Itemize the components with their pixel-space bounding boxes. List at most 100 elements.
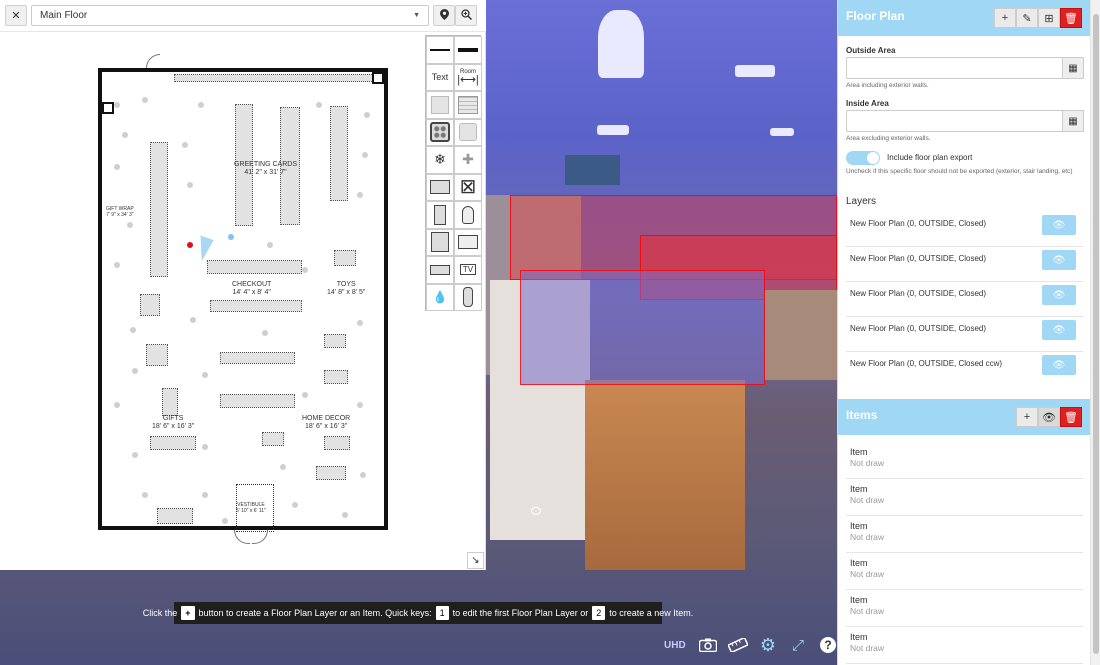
camera-icon[interactable] bbox=[698, 635, 718, 655]
calculate-outside-button[interactable]: ▦ bbox=[1062, 57, 1084, 79]
square-icon bbox=[431, 95, 449, 114]
spinner-rack bbox=[132, 452, 138, 458]
sink-icon bbox=[430, 180, 450, 195]
screen-tool[interactable] bbox=[454, 228, 482, 256]
water-heater-tool[interactable]: 💧 bbox=[426, 283, 454, 311]
toilet-tool[interactable] bbox=[454, 201, 482, 229]
close-button[interactable]: ✕ bbox=[5, 5, 27, 26]
shape-tool[interactable] bbox=[426, 91, 454, 119]
spinner-rack bbox=[114, 102, 120, 108]
room-label-checkout: CHECKOUT 14' 4" x 8' 4" bbox=[232, 281, 271, 297]
toggle-items-visibility-button[interactable]: 👁 bbox=[1038, 407, 1060, 427]
outside-area-field[interactable] bbox=[846, 57, 1063, 79]
eye-icon[interactable]: 👁 bbox=[1042, 250, 1076, 270]
gondola bbox=[330, 106, 348, 201]
shelf-tool[interactable] bbox=[454, 91, 482, 119]
room-name: GIFTS bbox=[162, 415, 184, 422]
counter-icon bbox=[430, 264, 450, 275]
delete-items-button[interactable]: 🗑 bbox=[1060, 407, 1082, 427]
trash-icon: 🗑 bbox=[1064, 12, 1078, 25]
zoom-button[interactable] bbox=[455, 5, 477, 26]
plus-icon: + bbox=[1001, 12, 1009, 24]
monitor-icon bbox=[458, 235, 478, 250]
table-chairs-icon: ✚ bbox=[462, 151, 474, 168]
spinner-rack bbox=[357, 192, 363, 198]
freezer-tool[interactable]: ❄ bbox=[426, 146, 454, 174]
stove-tool[interactable] bbox=[426, 118, 454, 146]
toilet-icon bbox=[462, 205, 474, 224]
item-row[interactable]: Item Not draw bbox=[846, 442, 1083, 479]
help-icon[interactable]: ? bbox=[818, 635, 838, 655]
tv-tool[interactable]: TV bbox=[454, 256, 482, 284]
rug-tool[interactable] bbox=[454, 118, 482, 146]
camera-position-marker[interactable] bbox=[187, 242, 193, 248]
fridge-icon bbox=[434, 204, 446, 225]
include-export-toggle[interactable] bbox=[846, 151, 880, 165]
locate-button[interactable] bbox=[433, 5, 455, 26]
eye-icon[interactable]: 👁 bbox=[1042, 355, 1076, 375]
spinner-rack bbox=[357, 320, 363, 326]
layer-row[interactable]: New Floor Plan (0, OUTSIDE, Closed) 👁 bbox=[846, 317, 1083, 352]
snowflake-icon: ❄ bbox=[434, 151, 446, 168]
layer-row[interactable]: New Floor Plan (0, OUTSIDE, Closed) 👁 bbox=[846, 282, 1083, 317]
viewpoint-marker[interactable] bbox=[228, 234, 234, 240]
add-layer-button[interactable]: + bbox=[994, 8, 1016, 28]
delete-floor-plan-button[interactable]: 🗑 bbox=[1060, 8, 1082, 28]
thick-line-icon bbox=[458, 47, 478, 52]
floor-plan-drawing[interactable]: GREETING CARDS 41' 2" x 31' 7" CHECKOUT … bbox=[98, 68, 388, 532]
thick-wall-tool[interactable] bbox=[454, 36, 482, 64]
fullscreen-icon[interactable]: ⤢ bbox=[788, 635, 808, 655]
floor-plan-toolbar: ✕ Main Floor ▼ bbox=[0, 0, 486, 32]
uhd-toggle[interactable]: UHD bbox=[664, 640, 688, 651]
display-table bbox=[324, 370, 348, 384]
room-name: GREETING CARDS bbox=[234, 161, 298, 168]
store-shelf bbox=[765, 290, 837, 380]
add-item-button[interactable]: + bbox=[1016, 407, 1038, 427]
counter-tool[interactable] bbox=[426, 256, 454, 284]
eye-icon[interactable]: 👁 bbox=[1042, 320, 1076, 340]
gear-icon[interactable]: ⚙ bbox=[758, 635, 778, 655]
layer-row[interactable]: New Floor Plan (0, OUTSIDE, Closed) 👁 bbox=[846, 212, 1083, 247]
item-status: Not draw bbox=[850, 643, 885, 653]
sidebar-scrollbar[interactable] bbox=[1090, 0, 1100, 665]
grid-button[interactable]: ⊞ bbox=[1038, 8, 1060, 28]
scrollbar-thumb[interactable] bbox=[1093, 14, 1099, 654]
layer-name: New Floor Plan (0, OUTSIDE, Closed) bbox=[850, 219, 987, 228]
outside-area-label: Outside Area bbox=[846, 46, 896, 55]
calculate-inside-button[interactable]: ▦ bbox=[1062, 110, 1084, 132]
floor-select[interactable]: Main Floor ▼ bbox=[31, 5, 429, 26]
inside-area-field[interactable] bbox=[846, 110, 1063, 132]
crossed-box-tool[interactable]: ⊠ bbox=[454, 173, 482, 201]
measure-tape-icon[interactable] bbox=[728, 635, 748, 655]
vehicle-tool[interactable] bbox=[454, 283, 482, 311]
eye-icon[interactable]: 👁 bbox=[1042, 215, 1076, 235]
layer-row[interactable]: New Floor Plan (0, OUTSIDE, Closed ccw) 👁 bbox=[846, 352, 1083, 387]
eye-icon[interactable]: 👁 bbox=[1042, 285, 1076, 305]
display-table bbox=[262, 432, 284, 446]
resize-button[interactable]: ↘ bbox=[467, 552, 484, 569]
table-tool[interactable]: ✚ bbox=[454, 146, 482, 174]
room-tool[interactable]: Room |⟷| bbox=[454, 63, 482, 91]
room-name: CHECKOUT bbox=[232, 281, 272, 288]
spinner-rack bbox=[122, 132, 128, 138]
edit-button[interactable]: ✎ bbox=[1016, 8, 1038, 28]
item-name: Item bbox=[850, 632, 868, 642]
fridge-tool[interactable] bbox=[426, 201, 454, 229]
calculator-icon: ▦ bbox=[1068, 115, 1078, 127]
item-row[interactable]: Item Not draw bbox=[846, 590, 1083, 627]
text-tool[interactable]: Text bbox=[426, 63, 454, 91]
store-shelf bbox=[585, 380, 745, 570]
gondola bbox=[210, 300, 302, 312]
thin-wall-tool[interactable] bbox=[426, 36, 454, 64]
room-label-gift-wrap: GIFT WRAP 7' 9" x 34' 3" bbox=[106, 206, 134, 218]
item-row[interactable]: Item Not draw bbox=[846, 553, 1083, 590]
item-row[interactable]: Item Not draw bbox=[846, 627, 1083, 664]
layer-row[interactable]: New Floor Plan (0, OUTSIDE, Closed) 👁 bbox=[846, 247, 1083, 282]
item-row[interactable]: Item Not draw bbox=[846, 479, 1083, 516]
brush-icon: ✎ bbox=[1022, 12, 1032, 25]
sink-tool[interactable] bbox=[426, 173, 454, 201]
cabinet-tool[interactable] bbox=[426, 228, 454, 256]
item-row[interactable]: Item Not draw bbox=[846, 516, 1083, 553]
door-swing bbox=[234, 530, 250, 544]
spinner-rack bbox=[142, 97, 148, 103]
